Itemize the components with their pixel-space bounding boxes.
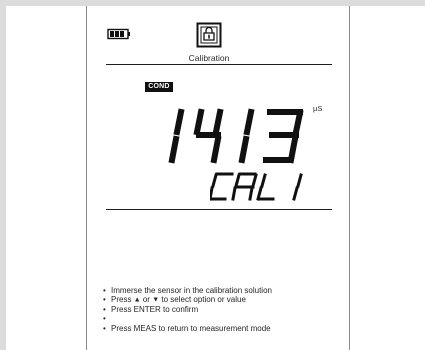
cond-badge: COND [145,82,173,92]
down-arrow-icon: ▼ [152,296,160,304]
instruction-text: Immerse the sensor in the calibration so… [111,286,272,295]
battery-icon [107,28,130,40]
calibration-icon [196,22,222,48]
measurement-value-display [168,108,304,164]
up-arrow-icon: ▲ [133,296,141,304]
instruction-text-suffix: to select option or value [161,295,246,304]
left-panel-border [86,6,87,350]
header-divider [106,64,332,65]
instruction-item: Press ENTER to confirm [103,305,338,314]
instruction-text: Press MEAS to return to measurement mode [111,324,271,333]
calibration-mode-display [210,172,303,201]
instruction-text: Press ENTER to confirm [111,305,199,314]
unit-label: µS [313,104,323,113]
instruction-text-prefix: Press [111,295,132,304]
device-screen-frame: Calibration COND µS Immers [0,0,425,350]
instruction-text-mid: or [142,295,150,304]
instruction-spacer [103,314,338,324]
display-divider [106,209,332,210]
instruction-list: Immerse the sensor in the calibration so… [103,286,338,344]
screen-title: Calibration [188,53,230,63]
instruction-item: Press ▲ or ▼ to select option or value [103,295,338,305]
instruction-item: Press MEAS to return to measurement mode [103,324,338,333]
right-panel-border [349,6,350,350]
instruction-item: Immerse the sensor in the calibration so… [103,286,338,295]
